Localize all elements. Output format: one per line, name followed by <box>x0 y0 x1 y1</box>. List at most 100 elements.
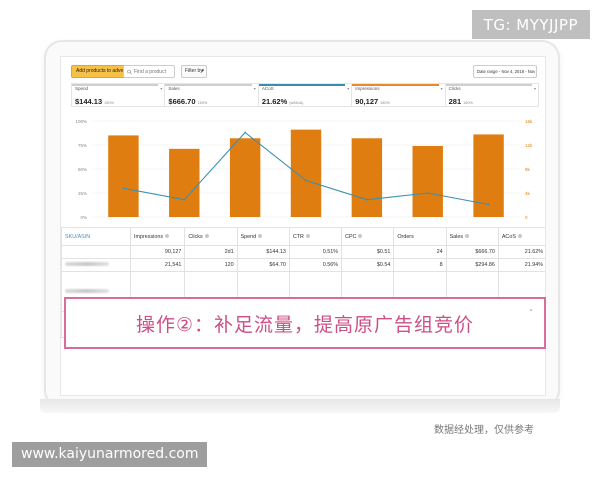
metric-value: 90,127 <box>355 97 379 106</box>
metric-change: 150% <box>197 101 208 105</box>
table-cell: $144.13 <box>236 245 290 259</box>
y-tick-left: 0% <box>80 215 87 220</box>
metric-label: ACoS <box>261 86 274 91</box>
filter-label: Filter by <box>185 68 203 74</box>
metric-label: Sales <box>168 86 180 91</box>
chevron-down-icon: ▾ <box>201 68 204 74</box>
table-row[interactable]: 21,541 120 $64.70 0.56% $0.54 8 $294.86 21.94% <box>61 258 545 272</box>
table-cell: 2d1 <box>184 245 238 259</box>
metric-color-bar <box>258 84 346 86</box>
toolbar: Add products to advertise Filter by ▾ Da… <box>71 65 537 79</box>
table-cell: 90,127 <box>129 245 186 259</box>
metric-value: $666.70 <box>168 97 196 106</box>
watermark-top: TG: MYYJJPP <box>471 10 590 39</box>
table-cell: $294.86 <box>445 258 499 272</box>
chart-bar <box>290 129 322 217</box>
metric-card[interactable]: Clicks 281 150% ▾ <box>445 84 538 106</box>
column-header[interactable]: Orders <box>393 227 447 246</box>
y-tick-right: 4k <box>525 191 531 196</box>
table-cell: 120 <box>184 258 238 272</box>
column-header-label: CPC <box>345 233 357 240</box>
column-header-label: Impressions <box>133 233 164 240</box>
filter-dropdown[interactable]: Filter by ▾ <box>181 65 207 78</box>
table-cell: 0.56% <box>288 258 343 272</box>
table-cell: $64.70 <box>236 258 290 272</box>
metric-change: 150% <box>104 101 114 105</box>
info-icon[interactable] <box>358 234 363 239</box>
metric-label: Clicks <box>448 86 461 91</box>
chart-point <box>426 192 429 194</box>
metric-label: Spend <box>75 86 89 91</box>
chevron-down-icon[interactable]: ▾ <box>160 86 162 91</box>
info-icon[interactable] <box>465 234 470 239</box>
y-tick-right: 0 <box>525 215 528 220</box>
search-box[interactable] <box>123 65 175 78</box>
chart-point <box>305 179 307 182</box>
table-cell: $0.54 <box>341 258 395 272</box>
metric-card[interactable]: Sales $666.70 150% ▾ <box>165 84 259 106</box>
table-row[interactable]: 90,127 2d1 $144.13 0.51% $0.51 24 $666.70 21.62… <box>61 245 545 259</box>
metric-change: (w/Mo&) <box>289 101 304 105</box>
column-header[interactable]: Spend <box>236 227 290 246</box>
table-cell: 21.62% <box>497 245 545 259</box>
table-cell: $0.51 <box>341 245 395 259</box>
metric-card[interactable]: Impressions 90,127 150% ▾ <box>352 84 446 106</box>
chevron-down-icon[interactable]: ▾ <box>534 86 536 91</box>
chart-bar <box>351 138 383 217</box>
redacted-sku <box>65 288 109 293</box>
watermark-bottom: www.kaiyunarmored.com <box>12 442 208 467</box>
column-header[interactable]: Sales <box>445 227 499 246</box>
info-icon[interactable] <box>258 234 263 239</box>
info-icon[interactable] <box>204 234 209 239</box>
date-range-picker[interactable]: Date range - Nov 4, 2018 - Nov 10, 2018 <box>473 65 537 78</box>
chart-bar <box>108 135 139 217</box>
column-header-label: ACoS <box>501 233 516 240</box>
column-header[interactable]: Clicks <box>184 227 238 246</box>
info-icon[interactable] <box>305 234 310 239</box>
column-header-label: Sales <box>449 233 464 240</box>
metric-label: Impressions <box>355 86 380 91</box>
chevron-down-icon[interactable]: ▾ <box>347 86 349 91</box>
redacted-sku <box>65 262 109 266</box>
chevron-down-icon[interactable]: ▾ <box>441 86 443 91</box>
annotation-dot <box>530 309 532 311</box>
chart-svg: 0% 0 25% 4k 50% 8k 75% 12k 100% 16k <box>75 119 533 220</box>
info-icon[interactable] <box>517 234 522 239</box>
table-cell: 0.51% <box>288 245 343 259</box>
y-tick-right: 16k <box>525 119 533 124</box>
column-header-label: Clicks <box>188 233 203 240</box>
column-header-label: Orders <box>397 233 414 240</box>
column-header[interactable]: Impressions <box>129 227 186 246</box>
y-tick-left: 100% <box>75 119 87 124</box>
y-tick-right: 8k <box>525 167 531 172</box>
search-input[interactable] <box>134 68 174 75</box>
table-cell: $666.70 <box>445 245 499 259</box>
metric-color-bar <box>445 84 533 86</box>
y-tick-left: 50% <box>78 167 87 172</box>
chevron-down-icon[interactable]: ▾ <box>254 86 256 91</box>
metric-value: 21.62% <box>261 97 288 106</box>
metrics-row: Spend $144.13 150% ▾ Sales $666.70 150% ▾ ACoS 21… <box>71 83 539 107</box>
column-header[interactable]: ACoS <box>497 227 545 246</box>
y-tick-left: 75% <box>78 143 87 148</box>
chart-point <box>365 198 368 201</box>
chart-point <box>122 187 125 190</box>
y-tick-right: 12k <box>525 143 533 148</box>
chart-point <box>487 203 490 206</box>
metric-value: $144.13 <box>75 97 103 106</box>
column-header-label: SKU/ASIN <box>65 233 91 240</box>
column-header[interactable]: CPC <box>341 227 395 246</box>
performance-chart: 0% 0 25% 4k 50% 8k 75% 12k 100% 16k <box>61 111 545 227</box>
table-cell: 24 <box>393 245 447 259</box>
metric-change: 150% <box>380 101 390 105</box>
info-icon[interactable] <box>165 234 170 239</box>
table-cell: 21,541 <box>129 258 186 272</box>
metric-card[interactable]: Spend $144.13 150% ▾ <box>72 84 166 106</box>
sku-cell <box>61 258 131 272</box>
column-header[interactable]: SKU/ASIN <box>61 227 131 246</box>
metric-color-bar <box>72 84 159 86</box>
metric-card[interactable]: ACoS 21.62% (w/Mo&) ▾ <box>258 84 353 106</box>
column-header[interactable]: CTR <box>288 227 343 246</box>
annotation-box: 操作②：补足流量，提高原广告组竞价 <box>64 297 546 349</box>
column-header-label: CTR <box>292 233 304 240</box>
